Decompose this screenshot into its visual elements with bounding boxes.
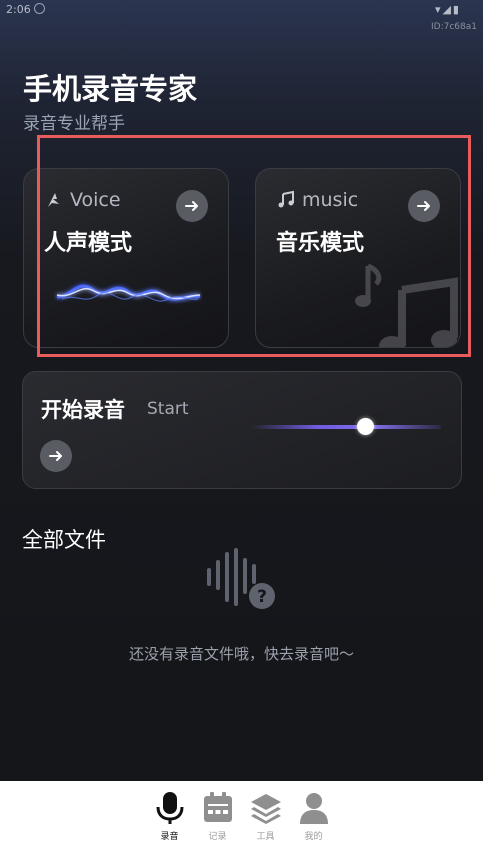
status-bar: 2:06 ▾◢▮ xyxy=(0,0,483,20)
level-slider-track[interactable] xyxy=(251,425,441,429)
start-recording-subtitle: Start xyxy=(147,399,189,419)
nav-item-history[interactable]: 记录 xyxy=(202,791,234,859)
empty-audio-question-icon: ? xyxy=(207,548,275,609)
layers-icon xyxy=(250,794,281,824)
voice-mode-tag: Voice xyxy=(44,189,121,211)
music-mode-tag: music xyxy=(276,189,358,211)
music-mode-arrow-button[interactable] xyxy=(408,190,440,222)
music-mode-card[interactable]: music 音乐模式 xyxy=(255,168,461,348)
voice-mode-name: 人声模式 xyxy=(44,231,133,256)
bottom-nav: 录音 记录 工具 我的 xyxy=(0,781,483,859)
nav-label-record: 录音 xyxy=(160,832,179,842)
voice-waveform-graphic xyxy=(56,284,201,302)
voice-mode-tag-label: Voice xyxy=(70,189,121,211)
music-mode-name: 音乐模式 xyxy=(276,231,365,256)
start-recording-arrow-button[interactable] xyxy=(40,440,72,472)
page-title: 手机录音专家 xyxy=(23,72,198,106)
all-files-title: 全部文件 xyxy=(22,528,106,552)
empty-files-message: 还没有录音文件哦，快去录音吧～ xyxy=(128,645,354,663)
voice-mode-arrow-button[interactable] xyxy=(176,190,208,222)
music-mode-tag-label: music xyxy=(302,189,359,211)
voice-feather-icon xyxy=(48,193,59,207)
music-note-icon xyxy=(278,190,294,208)
arrow-right-icon xyxy=(185,201,198,211)
microphone-icon xyxy=(156,792,183,824)
nav-label-profile: 我的 xyxy=(304,832,323,842)
device-id: ID:7c68a1 xyxy=(431,22,477,32)
music-notes-background-icon xyxy=(355,263,458,347)
arrow-right-icon xyxy=(417,201,430,211)
page-subtitle: 录音专业帮手 xyxy=(23,114,125,134)
start-recording-card[interactable]: 开始录音 Start xyxy=(22,371,462,489)
nav-label-tools: 工具 xyxy=(256,832,275,842)
svg-text:?: ? xyxy=(257,587,267,607)
nav-label-history: 记录 xyxy=(208,832,227,842)
user-icon xyxy=(299,793,328,824)
status-time: 2:06 xyxy=(6,3,31,16)
nav-item-record[interactable]: 录音 xyxy=(154,791,186,859)
voice-mode-card[interactable]: Voice 人声模式 xyxy=(23,168,229,348)
status-notification-icon xyxy=(34,3,45,14)
calendar-icon xyxy=(203,792,232,822)
nav-item-tools[interactable]: 工具 xyxy=(250,791,282,859)
nav-item-profile[interactable]: 我的 xyxy=(298,791,330,859)
level-slider-knob[interactable] xyxy=(357,418,374,435)
status-signal-icons: ▾◢▮ xyxy=(434,3,461,16)
start-recording-title: 开始录音 xyxy=(41,398,125,422)
arrow-right-icon xyxy=(49,451,62,461)
